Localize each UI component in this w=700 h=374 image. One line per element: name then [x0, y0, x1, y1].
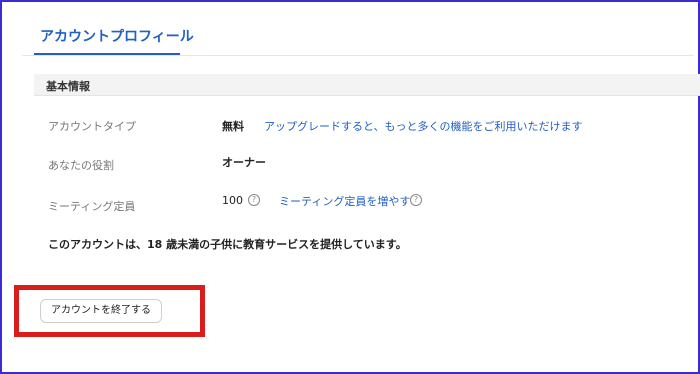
capacity-label: ミーティング定員	[48, 200, 136, 213]
active-tab-underline	[34, 53, 180, 55]
role-label: あなたの役割	[48, 159, 114, 172]
section-header-basic-info: 基本情報	[34, 74, 700, 96]
account-type-value: 無料	[222, 120, 244, 133]
increase-capacity-link[interactable]: ミーティング定員を増やす	[279, 193, 410, 209]
upgrade-link[interactable]: アップグレードすると、もっと多くの機能をご利用いただけます	[264, 118, 583, 134]
tab-account-profile[interactable]: アカウントプロフィール	[40, 26, 194, 46]
education-notice: このアカウントは、18 歳未満の子供に教育サービスを提供しています。	[48, 238, 407, 251]
window-frame: アカウントプロフィール 基本情報 アカウントタイプ 無料 アップグレードすると、…	[0, 0, 700, 374]
increase-capacity-help-icon[interactable]: ?	[410, 194, 422, 206]
tab-bar: アカウントプロフィール	[22, 12, 694, 56]
account-type-label: アカウントタイプ	[48, 120, 136, 133]
capacity-value: 100	[222, 194, 243, 207]
role-value: オーナー	[222, 156, 266, 169]
end-account-button[interactable]: アカウントを終了する	[40, 299, 162, 323]
section-title: 基本情報	[46, 80, 90, 93]
capacity-help-icon[interactable]: ?	[248, 194, 260, 206]
